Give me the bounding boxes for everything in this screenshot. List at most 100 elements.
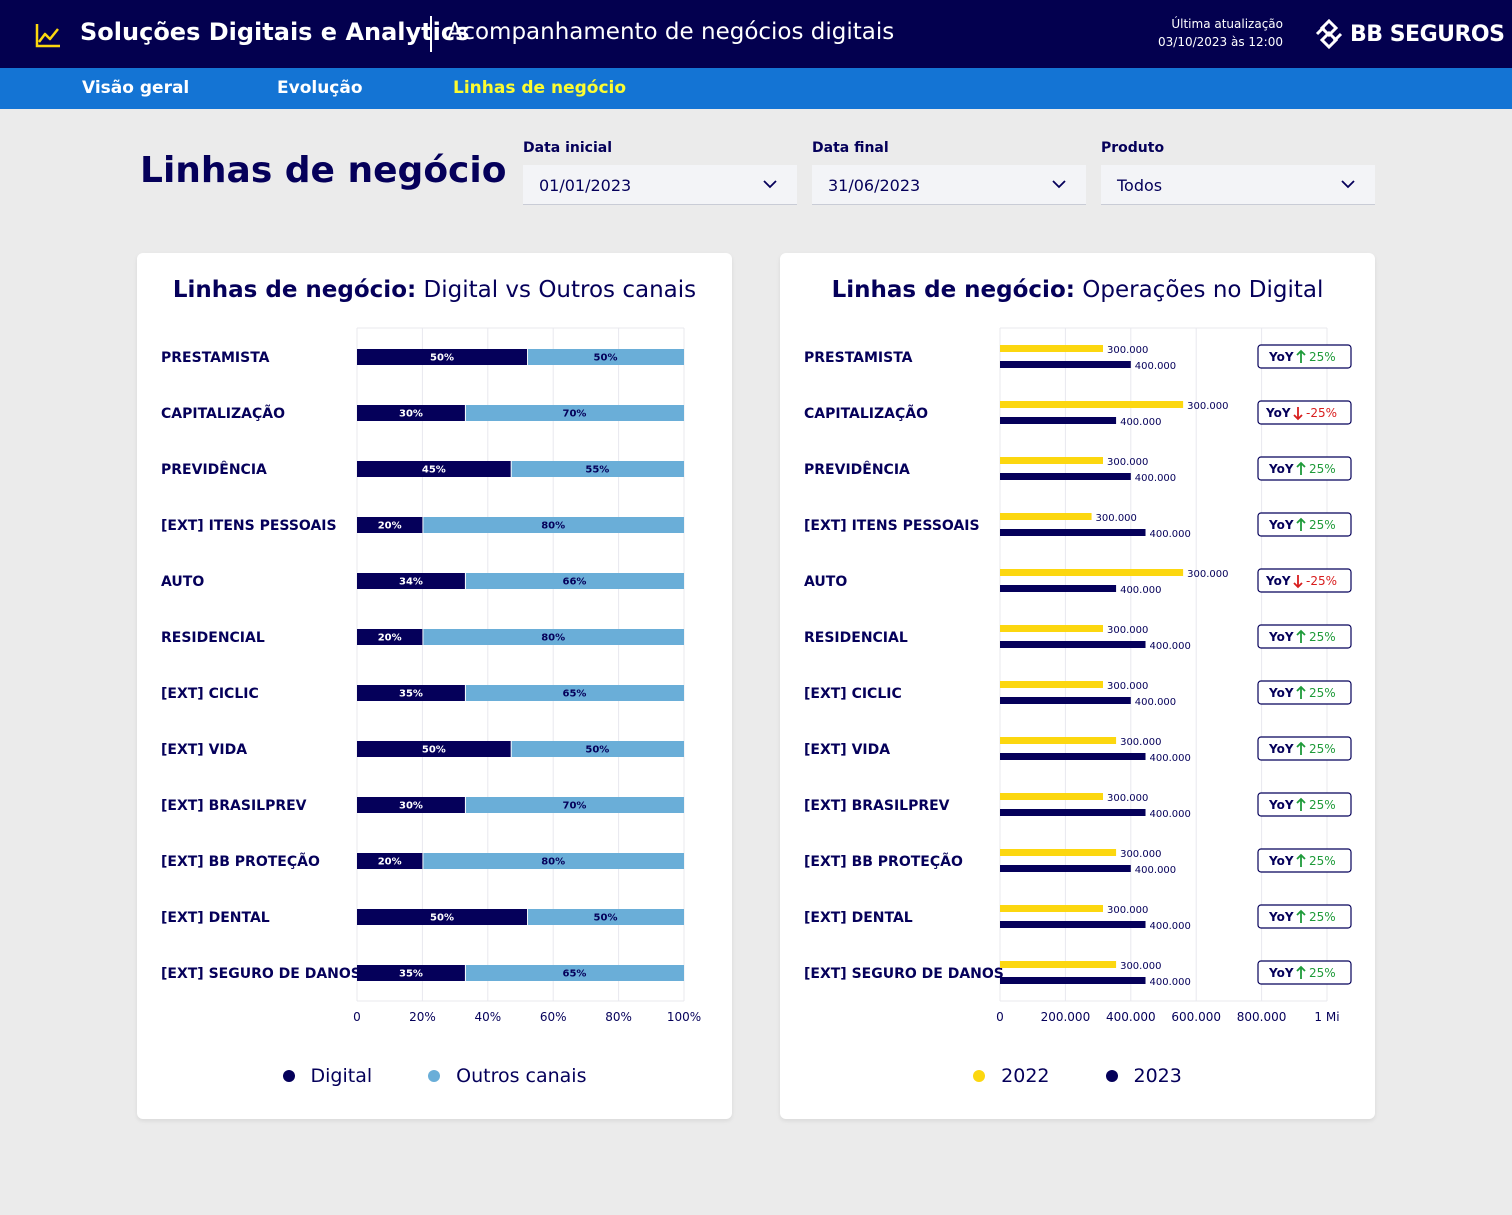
data-label-2022: 300.000 <box>1107 905 1148 916</box>
legend-dot <box>428 1070 441 1082</box>
tab-linhas-de-negocio[interactable]: Linhas de negócio <box>453 78 626 98</box>
x-tick-label: 800.000 <box>1237 1010 1287 1024</box>
top-header: Soluções Digitais e Analytics Acompanham… <box>0 0 1512 68</box>
data-label-2022: 300.000 <box>1096 513 1137 524</box>
category-label: CAPITALIZAÇÃO <box>161 405 285 422</box>
bar-2023 <box>1000 473 1131 480</box>
last-update-label: Última atualização <box>1171 17 1283 31</box>
stacked-bar-chart: 0 20% 40% 60% 80% 100% PRESTAMISTA 50% 50% CAPITA… <box>161 327 701 1024</box>
legend-dot <box>973 1070 986 1082</box>
data-label-outros: 80% <box>541 633 565 644</box>
filter-label: Data inicial <box>523 140 612 156</box>
legend-item: 2023 <box>1105 1065 1182 1087</box>
category-label: [EXT] DENTAL <box>161 910 270 926</box>
tab-evolucao[interactable]: Evolução <box>277 78 363 98</box>
nav-bar: Visão geral Evolução Linhas de negócio <box>0 68 1512 109</box>
grouped-bar-chart: 0 200.000 400.000 600.000 800.000 1 Mi PRESTAM… <box>804 327 1352 1024</box>
yoy-value: 25% <box>1309 854 1336 868</box>
data-label-2022: 300.000 <box>1107 345 1148 356</box>
data-label-2023: 400.000 <box>1150 977 1191 988</box>
data-label-2023: 400.000 <box>1120 585 1161 596</box>
x-tick-label: 600.000 <box>1171 1010 1221 1024</box>
category-label: CAPITALIZAÇÃO <box>804 405 928 422</box>
data-label-outros: 80% <box>541 857 565 868</box>
data-label-2023: 400.000 <box>1135 361 1176 372</box>
bar-2023 <box>1000 585 1117 592</box>
data-label-2023: 400.000 <box>1120 417 1161 428</box>
bar-2023 <box>1000 529 1146 536</box>
data-label-2023: 400.000 <box>1135 697 1176 708</box>
category-label: [EXT] ITENS PESSOAIS <box>161 518 337 534</box>
chevron-down-icon <box>763 180 777 189</box>
data-label-digital: 50% <box>430 913 454 924</box>
product-value: Todos <box>1117 176 1163 195</box>
legend-item: 2022 <box>973 1065 1050 1087</box>
chevron-down-icon <box>1341 180 1355 189</box>
header-divider <box>430 16 432 52</box>
brand-logo: BB SEGUROS <box>1314 18 1505 50</box>
x-tick-label: 0 <box>996 1010 1004 1024</box>
start-date-select[interactable]: 01/01/2023 <box>523 165 797 205</box>
data-label-outros: 66% <box>562 577 586 588</box>
end-date-select[interactable]: 31/06/2023 <box>812 165 1086 205</box>
bar-2023 <box>1000 361 1131 368</box>
x-tick-label: 200.000 <box>1041 1010 1091 1024</box>
bb-logo-icon <box>1315 19 1343 49</box>
app-title: Soluções Digitais e Analytics <box>80 18 470 46</box>
yoy-label: YoY <box>1265 574 1291 588</box>
legend-item: Outros canais <box>428 1065 586 1087</box>
bar-2022 <box>1000 401 1184 408</box>
legend-label: Digital <box>310 1065 373 1087</box>
data-label-2023: 400.000 <box>1150 921 1191 932</box>
bar-2022 <box>1000 457 1104 464</box>
data-label-digital: 50% <box>422 745 446 756</box>
data-label-2022: 300.000 <box>1187 401 1228 412</box>
bar-2022 <box>1000 681 1104 688</box>
data-label-2023: 400.000 <box>1135 865 1176 876</box>
bar-2023 <box>1000 753 1146 760</box>
yoy-value: 25% <box>1309 518 1336 532</box>
data-label-digital: 30% <box>399 409 423 420</box>
data-label-2023: 400.000 <box>1150 529 1191 540</box>
x-tick-label: 1 Mi <box>1314 1010 1339 1024</box>
product-select[interactable]: Todos <box>1101 165 1375 205</box>
legend-label: Outros canais <box>456 1065 587 1087</box>
bar-2023 <box>1000 921 1146 928</box>
yoy-label: YoY <box>1268 630 1294 644</box>
yoy-value: -25% <box>1306 406 1337 420</box>
filter-data-final: Data final 31/06/2023 <box>812 140 1086 205</box>
x-tick-label: 80% <box>605 1010 632 1024</box>
filter-data-inicial: Data inicial 01/01/2023 <box>523 140 797 205</box>
data-label-outros: 70% <box>562 409 586 420</box>
legend-item: Digital <box>282 1065 373 1087</box>
yoy-label: YoY <box>1268 742 1294 756</box>
category-label: PREVIDÊNCIA <box>804 461 910 478</box>
yoy-label: YoY <box>1265 406 1291 420</box>
yoy-label: YoY <box>1268 518 1294 532</box>
yoy-value: 25% <box>1309 798 1336 812</box>
data-label-digital: 35% <box>399 969 423 980</box>
data-label-digital: 35% <box>399 689 423 700</box>
chart-legend: Digital Outros canais <box>137 1065 732 1087</box>
legend-dot <box>1105 1070 1118 1082</box>
yoy-value: 25% <box>1309 910 1336 924</box>
category-label: RESIDENCIAL <box>161 630 265 646</box>
data-label-digital: 50% <box>430 353 454 364</box>
data-label-2022: 300.000 <box>1120 961 1161 972</box>
bar-2023 <box>1000 417 1117 424</box>
category-label: [EXT] VIDA <box>804 742 890 758</box>
category-label: [EXT] BRASILPREV <box>161 798 307 814</box>
line-chart-icon <box>35 24 60 48</box>
tab-visao-geral[interactable]: Visão geral <box>82 78 189 98</box>
data-label-2022: 300.000 <box>1107 625 1148 636</box>
category-label: [EXT] SEGURO DE DANOS <box>804 966 1004 982</box>
bar-2023 <box>1000 977 1146 984</box>
category-label: PREVIDÊNCIA <box>161 461 267 478</box>
data-label-digital: 20% <box>378 633 402 644</box>
bar-2022 <box>1000 569 1184 576</box>
yoy-value: 25% <box>1309 350 1336 364</box>
data-label-digital: 20% <box>378 857 402 868</box>
x-tick-label: 60% <box>540 1010 567 1024</box>
end-date-value: 31/06/2023 <box>828 176 921 195</box>
legend-label: 2022 <box>1001 1065 1050 1087</box>
